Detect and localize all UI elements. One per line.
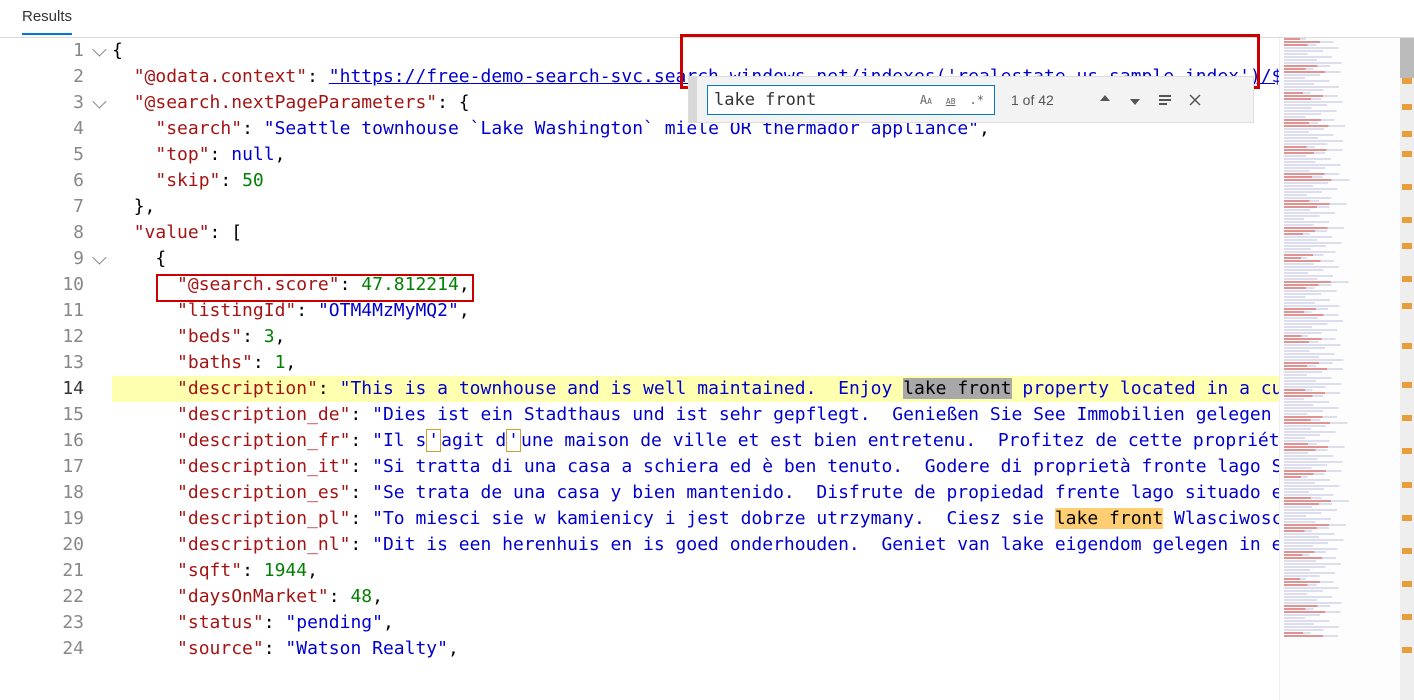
code-line[interactable]: "description_it": "Si tratta di una casa… xyxy=(112,454,1279,480)
line-number: 3 xyxy=(38,90,84,116)
scroll-match-tick[interactable] xyxy=(1402,151,1412,157)
line-number: 16 xyxy=(38,428,84,454)
scroll-match-tick[interactable] xyxy=(1402,581,1412,587)
code-editor[interactable]: 123456789101112131415161718192021222324 … xyxy=(0,38,1414,700)
editor-content[interactable]: { "@odata.context": "https://free-demo-s… xyxy=(112,38,1279,700)
scroll-match-tick[interactable] xyxy=(1402,131,1412,137)
line-number: 22 xyxy=(38,584,84,610)
scroll-match-tick[interactable] xyxy=(1402,184,1412,190)
scroll-match-tick[interactable] xyxy=(1402,104,1412,110)
line-number: 11 xyxy=(38,298,84,324)
chevron-down-icon[interactable] xyxy=(92,43,106,57)
code-line[interactable]: "description_pl": "To miesci sie w kamie… xyxy=(112,506,1279,532)
line-number: 23 xyxy=(38,610,84,636)
scroll-match-tick[interactable] xyxy=(1402,382,1412,388)
chevron-down-icon[interactable] xyxy=(92,95,106,109)
scroll-match-tick[interactable] xyxy=(1402,78,1412,84)
scroll-match-tick[interactable] xyxy=(1402,343,1412,349)
line-number: 2 xyxy=(38,64,84,90)
scroll-match-tick[interactable] xyxy=(1402,217,1412,223)
scroll-match-tick[interactable] xyxy=(1402,647,1412,653)
code-line[interactable]: { xyxy=(112,246,1279,272)
code-line[interactable]: "source": "Watson Realty", xyxy=(112,636,1279,662)
regex-icon[interactable]: .* xyxy=(966,91,988,109)
line-number: 7 xyxy=(38,194,84,220)
prev-match-icon[interactable] xyxy=(1097,92,1113,108)
scroll-match-tick[interactable] xyxy=(1402,243,1412,249)
code-line[interactable]: "baths": 1, xyxy=(112,350,1279,376)
line-number: 18 xyxy=(38,480,84,506)
line-number: 19 xyxy=(38,506,84,532)
scroll-match-tick[interactable] xyxy=(1402,415,1412,421)
scroll-match-tick[interactable] xyxy=(1402,276,1412,282)
line-number-gutter: 123456789101112131415161718192021222324 xyxy=(38,38,84,662)
line-number: 15 xyxy=(38,402,84,428)
find-in-selection-icon[interactable] xyxy=(1157,92,1173,108)
code-line[interactable]: }, xyxy=(112,194,1279,220)
code-line[interactable]: "beds": 3, xyxy=(112,324,1279,350)
line-number: 24 xyxy=(38,636,84,662)
scroll-match-tick[interactable] xyxy=(1402,482,1412,488)
scroll-match-tick[interactable] xyxy=(1402,448,1412,454)
code-line[interactable]: "top": null, xyxy=(112,142,1279,168)
code-line[interactable]: "daysOnMarket": 48, xyxy=(112,584,1279,610)
whole-word-icon[interactable]: ab xyxy=(942,91,960,109)
code-line[interactable]: { xyxy=(112,38,1279,64)
scroll-overview[interactable] xyxy=(1400,38,1414,700)
code-line[interactable]: "listingId": "OTM4MzMyMQ2", xyxy=(112,298,1279,324)
line-number: 4 xyxy=(38,116,84,142)
chevron-down-icon[interactable] xyxy=(92,251,106,265)
code-line[interactable]: "@search.score": 47.812214, xyxy=(112,272,1279,298)
minimap[interactable] xyxy=(1279,38,1414,700)
line-number: 20 xyxy=(38,532,84,558)
line-number: 13 xyxy=(38,350,84,376)
code-line[interactable]: "description_de": "Dies ist ein Stadthau… xyxy=(112,402,1279,428)
scrollbar-thumb[interactable] xyxy=(1400,38,1414,78)
scroll-match-tick[interactable] xyxy=(1402,303,1412,309)
code-line[interactable]: "status": "pending", xyxy=(112,610,1279,636)
line-number: 8 xyxy=(38,220,84,246)
search-panel: lake front Aa ab .* 1 of 42 xyxy=(688,76,1254,123)
line-number: 21 xyxy=(38,558,84,584)
results-tab[interactable]: Results xyxy=(22,0,72,35)
close-icon[interactable] xyxy=(1187,92,1203,108)
search-query-text: lake front xyxy=(714,90,816,110)
scroll-match-tick[interactable] xyxy=(1402,614,1412,620)
scroll-match-tick[interactable] xyxy=(1402,515,1412,521)
search-input[interactable]: lake front Aa ab .* xyxy=(707,85,995,115)
line-number: 1 xyxy=(38,38,84,64)
code-line[interactable]: "skip": 50 xyxy=(112,168,1279,194)
code-line[interactable]: "description_nl": "Dit is een herenhuis … xyxy=(112,532,1279,558)
line-number: 9 xyxy=(38,246,84,272)
code-line[interactable]: "sqft": 1944, xyxy=(112,558,1279,584)
line-number: 14 xyxy=(38,376,84,402)
tab-bar: Results xyxy=(0,0,1414,38)
code-line[interactable]: "description_es": "Se trata de una casa … xyxy=(112,480,1279,506)
line-number: 10 xyxy=(38,272,84,298)
next-match-icon[interactable] xyxy=(1127,92,1143,108)
code-line[interactable]: "description_fr": "Il s'agit d'une maiso… xyxy=(112,428,1279,454)
code-line[interactable]: "value": [ xyxy=(112,220,1279,246)
line-number: 12 xyxy=(38,324,84,350)
match-case-icon[interactable]: Aa xyxy=(916,91,936,109)
code-line[interactable]: "description": "This is a townhouse and … xyxy=(112,376,1279,402)
search-expand-handle[interactable] xyxy=(689,77,697,122)
line-number: 6 xyxy=(38,168,84,194)
line-number: 5 xyxy=(38,142,84,168)
scroll-match-tick[interactable] xyxy=(1402,548,1412,554)
search-count: 1 of 42 xyxy=(1011,92,1081,108)
line-number: 17 xyxy=(38,454,84,480)
fold-gutter[interactable] xyxy=(86,38,110,662)
